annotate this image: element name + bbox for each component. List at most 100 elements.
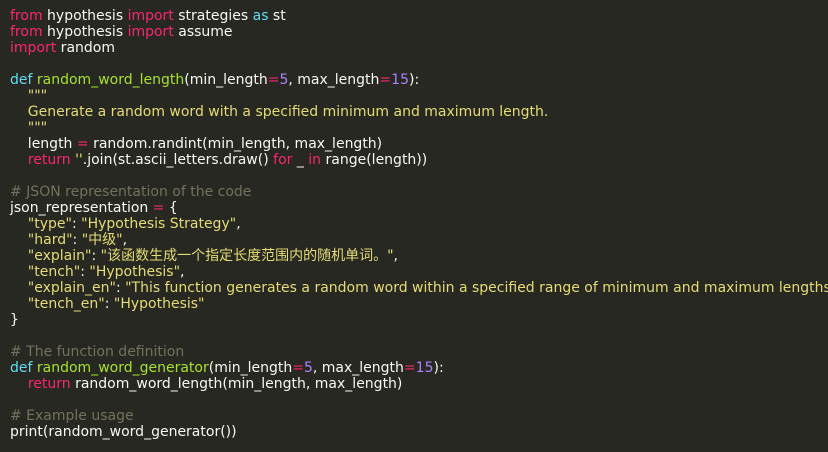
code-line[interactable]: """ [10,88,818,104]
def-keyword-token: def [10,360,33,376]
code-line[interactable] [10,56,818,72]
operator-token: = [403,360,416,376]
comment-token: # The function definition [10,344,185,360]
string-token: "Hypothesis" [113,296,205,312]
code-line[interactable]: } [10,312,818,328]
keyword-token: from [10,24,43,40]
string-token: "explain_en" [10,280,116,296]
code-text-token: _ [292,152,309,168]
code-text-token: : [91,248,101,264]
code-text-token: hypothesis [42,24,128,40]
code-text-token: , [393,248,398,264]
keyword-token: return [27,152,71,168]
code-line[interactable]: # The function definition [10,344,818,360]
string-token: "type" [10,216,72,232]
code-editor[interactable]: from hypothesis import strategies as st f… [0,0,828,452]
code-line[interactable]: "explain_en": "This function generates a… [10,280,828,296]
number-token: 15 [415,360,434,376]
keyword-token: in [308,152,322,168]
code-text-token: : [104,296,114,312]
code-line[interactable] [10,168,818,184]
code-text-token: random [56,40,115,56]
operator-token: = [379,72,392,88]
string-token: """ [10,120,48,136]
operator-token: = [292,360,304,376]
keyword-token: import [127,8,174,24]
code-line[interactable]: # Example usage [10,408,818,424]
string-token: "hard" [10,232,73,248]
code-text-token: , [122,232,128,248]
keyword-token: import [127,24,174,40]
def-keyword-token: def [10,72,33,88]
code-line[interactable]: Generate a random word with a specified … [10,104,818,120]
number-token: 5 [303,360,313,376]
code-text-token: .join(st.ascii_letters.draw() [82,152,274,168]
code-text-token: length [10,136,77,152]
code-line[interactable]: def random_word_generator(min_length=5, … [10,360,818,376]
string-token: Generate a random word with a specified … [10,104,549,120]
string-token: "explain" [10,248,92,264]
code-line[interactable]: from hypothesis import strategies as st [10,8,818,24]
code-text-token: ): [433,360,444,376]
code-line[interactable]: import random [10,40,818,56]
function-name-token: random_word_generator [36,360,209,376]
string-token: "Hypothesis" [89,264,181,280]
code-line[interactable] [10,328,818,344]
keyword-token: from [10,8,43,24]
code-text-token: : [115,280,126,296]
code-text-token: { [164,200,178,216]
code-text-token: , max_length [312,360,404,376]
operator-token: = [76,136,89,152]
code-line[interactable]: "explain": "该函数生成一个指定长度范围内的随机单词。", [10,248,818,264]
code-line[interactable] [10,392,818,408]
code-text-token: : [71,216,82,232]
code-text-token: , [236,216,241,232]
code-text-token: range(length)) [321,152,428,168]
code-text-token: (min_length [184,72,268,88]
code-line[interactable]: "type": "Hypothesis Strategy", [10,216,818,232]
comment-token: # JSON representation of the code [10,184,252,200]
keyword-token: import [10,40,57,56]
code-text-token: print(random_word_generator()) [10,424,237,440]
string-token: "tench" [10,264,81,280]
code-line[interactable]: "tench_en": "Hypothesis" [10,296,818,312]
string-token: "Hypothesis Strategy" [81,216,237,232]
operator-token: = [267,72,280,88]
code-text-token: hypothesis [42,8,128,24]
code-text-token: } [10,312,19,328]
keyword-token: return [27,376,71,392]
def-keyword-token: as [252,8,269,24]
string-token: """ [10,88,48,104]
code-text-token: , max_length [288,72,380,88]
code-line[interactable]: # JSON representation of the code [10,184,818,200]
string-token: '' [75,152,83,168]
code-line[interactable]: return random_word_length(min_length, ma… [10,376,818,392]
code-line[interactable]: from hypothesis import assume [10,24,818,40]
code-text-token: json_representation [10,200,153,216]
code-text-token: , [180,264,185,280]
code-text-token: : [72,232,82,248]
code-line[interactable]: print(random_word_generator()) [10,424,818,440]
keyword-token: for [273,152,293,168]
code-line[interactable]: """ [10,120,818,136]
string-token: "中级" [81,232,123,248]
string-token: "tench_en" [10,296,105,312]
code-text-token: st [268,8,286,24]
code-text-token: random.randint(min_length, max_length) [88,136,383,152]
code-line[interactable]: return ''.join(st.ascii_letters.draw() f… [10,152,818,168]
code-line[interactable]: "tench": "Hypothesis", [10,264,818,280]
function-name-token: random_word_length [36,72,185,88]
code-line[interactable]: "hard": "中级", [10,232,818,248]
code-text-token: ): [408,72,420,88]
code-text-token: random_word_length(min_length, max_lengt… [70,376,403,392]
operator-token: = [152,200,165,216]
code-text-token: strategies [173,8,253,24]
code-line[interactable]: length = random.randint(min_length, max_… [10,136,818,152]
code-text-token: assume [173,24,233,40]
code-line[interactable]: def random_word_length(min_length=5, max… [10,72,818,88]
code-line[interactable]: json_representation = { [10,200,818,216]
string-token: "该函数生成一个指定长度范围内的随机单词。" [100,248,394,264]
string-token: "This function generates a random word w… [125,280,828,296]
